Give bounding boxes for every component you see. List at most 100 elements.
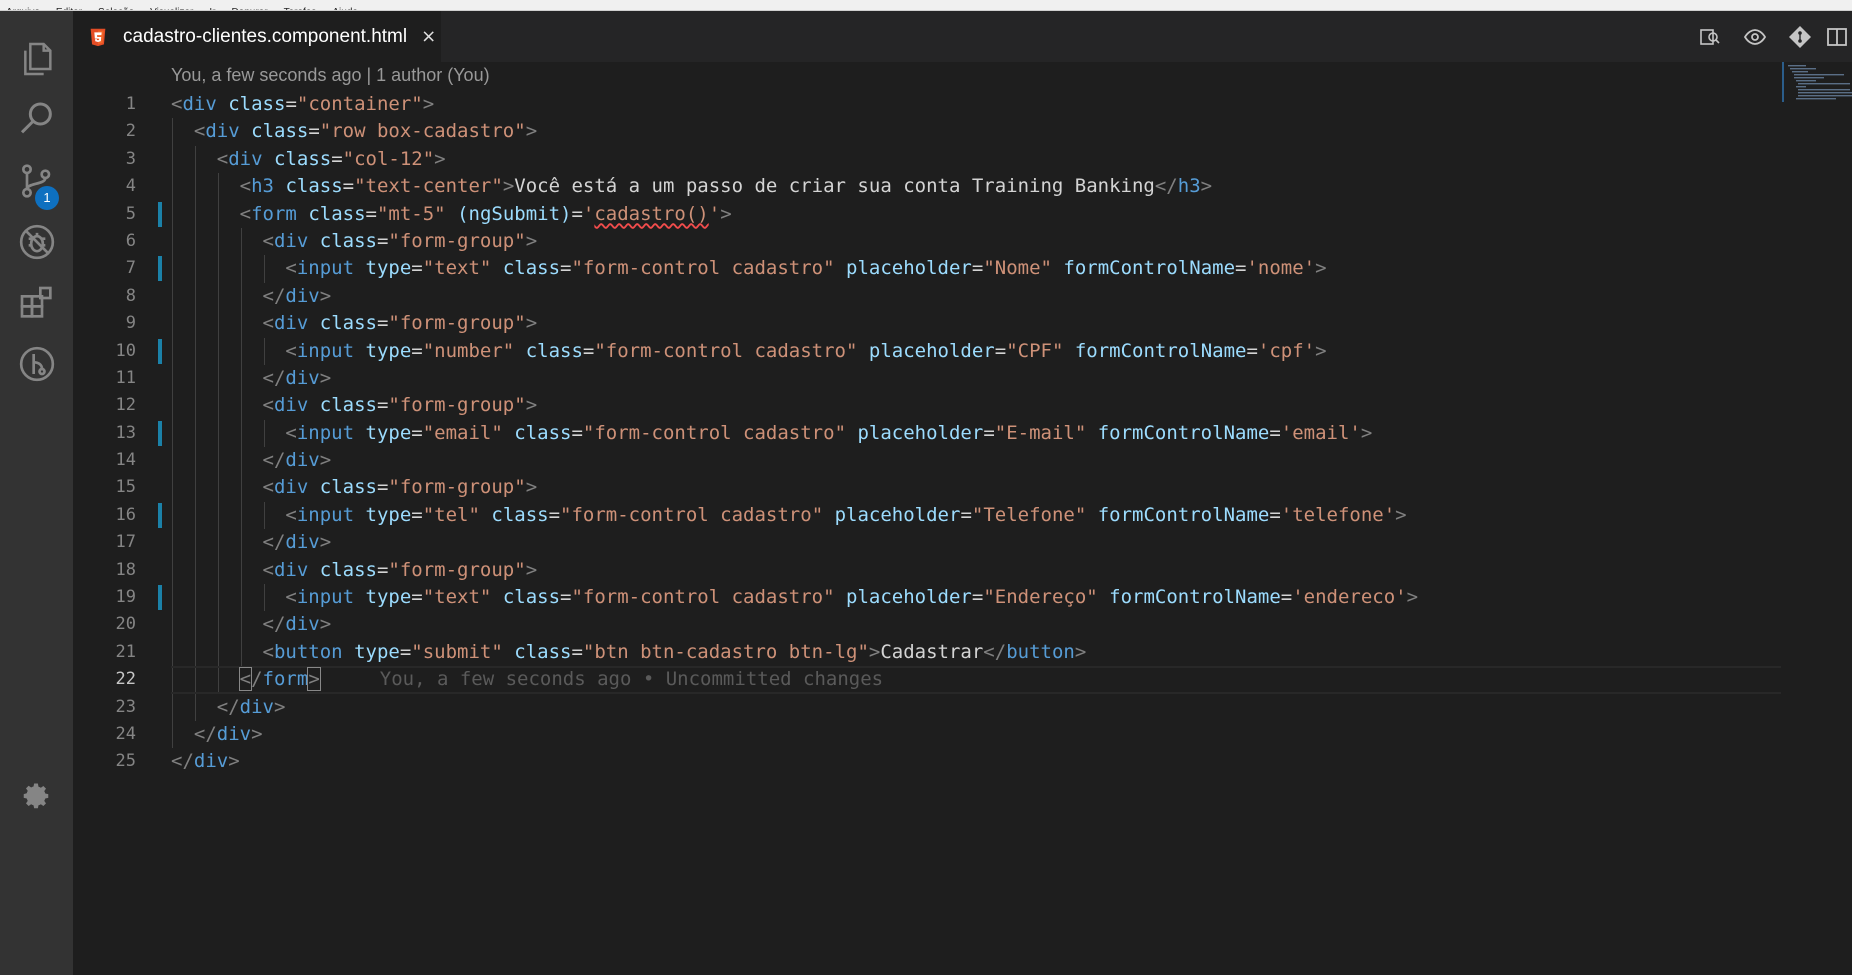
- code-token: "tel": [422, 503, 480, 526]
- indent-guide: [240, 501, 242, 530]
- code-token: placeholder: [834, 503, 961, 526]
- code-token: class: [285, 175, 343, 198]
- code-line[interactable]: </div>: [171, 748, 1851, 775]
- code-token: =: [365, 202, 377, 225]
- indent-guide: [194, 173, 196, 201]
- code-line[interactable]: <input type="tel" class="form-control ca…: [171, 501, 1851, 530]
- code-token: >: [868, 640, 881, 663]
- code-token: =: [582, 339, 595, 362]
- code-line[interactable]: <div class="form-group">: [171, 556, 1851, 585]
- activity-source-control[interactable]: 1: [0, 148, 73, 214]
- code-line[interactable]: <div class="col-12">: [171, 145, 1851, 174]
- code-token: >: [525, 476, 538, 499]
- code-line[interactable]: </form> You, a few seconds ago • Uncommit…: [171, 666, 1781, 694]
- code-token: div: [216, 722, 252, 745]
- tab-cadastro-clientes[interactable]: cadastro-clientes.component.html ×: [73, 11, 441, 62]
- code-line[interactable]: <div class="form-group">: [171, 227, 1851, 256]
- code-line[interactable]: <div class="row box-cadastro">: [171, 118, 1851, 146]
- activity-search[interactable]: [0, 86, 73, 152]
- code-token: formControlName: [1074, 339, 1247, 362]
- code-token: <: [216, 147, 229, 170]
- code-token: </: [262, 449, 286, 472]
- code-line[interactable]: <input type="text" class="form-control c…: [171, 255, 1851, 283]
- code-token: =: [411, 586, 423, 609]
- inline-blame: You, a few seconds ago • Uncommitted cha…: [379, 668, 884, 691]
- git-compare-button[interactable]: [1777, 11, 1822, 62]
- activity-explorer[interactable]: [0, 26, 73, 92]
- code-token: h3: [1177, 175, 1201, 198]
- close-icon[interactable]: ×: [421, 26, 436, 47]
- code-area[interactable]: <div class="container"> <div class="row …: [171, 91, 1851, 776]
- code-token: class: [319, 558, 377, 581]
- code-token: "Nome": [983, 257, 1052, 280]
- code-token: </: [262, 613, 286, 636]
- code-line[interactable]: </div>: [171, 447, 1851, 475]
- code-line[interactable]: <form class="mt-5" (ngSubmit)='cadastro(…: [171, 200, 1851, 228]
- code-token: "btn btn-cadastro btn-lg": [582, 640, 869, 663]
- code-token: =: [376, 312, 389, 335]
- indent-guide: [172, 529, 173, 557]
- code-line[interactable]: <div class="form-group">: [171, 392, 1851, 420]
- code-line[interactable]: </div>: [171, 364, 1851, 393]
- code-line[interactable]: <div class="form-group">: [171, 474, 1851, 502]
- code-token: <: [262, 312, 274, 335]
- activity-extensions[interactable]: [0, 270, 73, 336]
- open-changes-button[interactable]: [1687, 11, 1732, 62]
- code-token: >: [525, 229, 538, 252]
- code-token: =: [1235, 257, 1247, 280]
- code-token: "CPF": [1006, 339, 1064, 362]
- line-number: 9: [125, 313, 136, 334]
- toggle-blame-button[interactable]: [1732, 11, 1777, 62]
- code-line[interactable]: <div class="form-group">: [171, 310, 1851, 338]
- code-line[interactable]: </div>: [171, 693, 1851, 721]
- code-line[interactable]: </div>: [171, 720, 1851, 749]
- indent-guide: [240, 638, 242, 667]
- activity-debug[interactable]: [0, 209, 73, 275]
- indent-guide: [217, 282, 219, 311]
- code-line[interactable]: </div>: [171, 282, 1851, 311]
- activity-settings[interactable]: [0, 763, 73, 829]
- line-number: 4: [125, 176, 136, 197]
- minimap[interactable]: [1782, 62, 1852, 112]
- code-token: button: [1006, 640, 1075, 663]
- code-token: formControlName: [1097, 503, 1270, 526]
- code-line[interactable]: <input type="email" class="form-control …: [171, 419, 1851, 448]
- code-line[interactable]: <div class="container">: [171, 91, 1851, 118]
- code-token: "form-control cadastro": [582, 421, 847, 444]
- indent-guide: [194, 638, 196, 667]
- codelens-authors[interactable]: You, a few seconds ago | 1 author (You): [171, 65, 490, 86]
- search-icon: [20, 102, 52, 134]
- code-token: =: [399, 640, 412, 663]
- code-line[interactable]: <input type="text" class="form-control c…: [171, 584, 1851, 612]
- indent-guide: [194, 200, 196, 228]
- code-line[interactable]: <h3 class="text-center">Você está a um p…: [171, 173, 1851, 201]
- indent-guide: [194, 556, 196, 585]
- code-line[interactable]: </div>: [171, 611, 1851, 639]
- code-editor[interactable]: You, a few seconds ago | 1 author (You) …: [73, 62, 1852, 975]
- code-token: placeholder: [846, 257, 972, 280]
- code-line[interactable]: <input type="number" class="form-control…: [171, 337, 1851, 365]
- split-editor-button[interactable]: [1822, 11, 1852, 62]
- line-number: 5: [73, 201, 162, 228]
- code-token: >: [1315, 339, 1327, 362]
- menu-bar: ArquivoEditarSeleçãoVisualizarIrDepurarT…: [0, 0, 1852, 11]
- activity-gitlens[interactable]: [0, 331, 73, 397]
- extensions-icon: [20, 286, 52, 318]
- code-line[interactable]: </div>: [171, 529, 1851, 557]
- code-line[interactable]: <button type="submit" class="btn btn-cad…: [171, 638, 1851, 667]
- line-number: 14: [115, 450, 136, 471]
- code-token: div: [285, 284, 320, 307]
- code-token: div: [273, 476, 309, 499]
- indent-guide: [194, 337, 196, 365]
